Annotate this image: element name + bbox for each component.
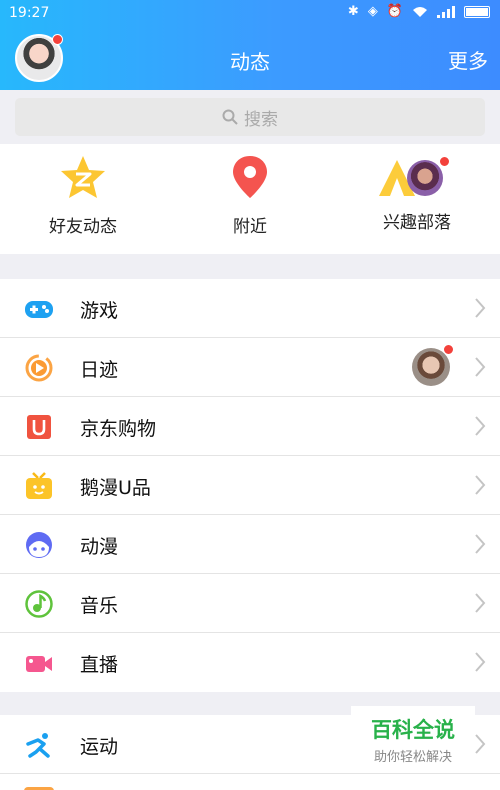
signal-icon [437,5,455,18]
watermark-title: 百科全说 [371,718,455,742]
chevron-right-icon [475,416,486,436]
menu-item-eman-goods[interactable]: 鹅漫U品 [0,456,500,515]
quick-label: 附近 [233,217,267,237]
menu-label: 直播 [80,654,119,676]
top-bar: 19:27 ✱ ◈ ⏰ 动态 更多 [0,0,500,90]
search-placeholder: 搜索 [244,109,278,130]
tv-box-icon [26,472,52,499]
tribe-icon-group [377,154,457,200]
menu-item-jd-shopping[interactable]: 京东购物 [0,397,500,456]
quick-label: 好友动态 [49,217,117,237]
chevron-right-icon [475,593,486,613]
quick-friends-feed[interactable]: 好友动态 [13,154,153,237]
tribe-avatar [407,160,443,196]
video-camera-icon [26,656,52,672]
search-bar[interactable]: 搜索 [15,98,485,136]
menu-label: 动漫 [80,536,119,558]
menu-label: 京东购物 [80,418,157,440]
quick-label: 兴趣部落 [383,213,451,233]
menu-label: 音乐 [80,595,119,617]
wifi-icon [413,6,427,17]
search-icon [222,109,238,125]
menu-group-main: 游戏 日迹 京东购物 鹅漫U品 动漫 音乐 直播 [0,279,500,692]
bluetooth-icon: ✱ [347,4,359,19]
chevron-right-icon [475,652,486,672]
status-time: 19:27 [9,5,50,21]
trace-badge [443,344,454,355]
runner-icon [26,733,50,758]
tribe-badge [439,156,450,167]
menu-label: 运动 [80,736,119,758]
star-z-icon [61,156,105,198]
chevron-right-icon [475,734,486,754]
menu-item-daily-trace[interactable]: 日迹 [0,338,500,397]
jd-u-icon [27,415,51,439]
chevron-right-icon [475,357,486,377]
battery-icon [464,5,490,18]
menu-label: 游戏 [80,300,119,322]
music-note-icon [25,590,53,618]
chevron-right-icon [475,298,486,318]
status-icons: ✱ ◈ ⏰ [348,4,490,19]
play-circle-icon [25,354,53,382]
quick-interest-tribe[interactable]: 兴趣部落 [347,154,487,233]
mute-icon: ◈ [367,4,378,19]
watermark: 百科全说 助你轻松解决 [351,706,475,765]
more-button[interactable]: 更多 [448,45,488,74]
alarm-icon: ⏰ [386,4,403,19]
watermark-subtitle: 助你轻松解决 [373,750,452,765]
quick-links: 好友动态 附近 兴趣部落 [0,144,500,254]
anime-face-icon [26,532,52,558]
page-title: 动态 [230,50,270,74]
menu-item-anime[interactable]: 动漫 [0,515,500,574]
menu-label: 鹅漫U品 [80,477,151,499]
gamepad-icon [25,301,53,318]
status-bar: 19:27 ✱ ◈ ⏰ [0,0,500,26]
quick-nearby[interactable]: 附近 [180,154,320,237]
menu-item-live[interactable]: 直播 [0,633,500,692]
menu-item-music[interactable]: 音乐 [0,574,500,633]
menu-label: 日迹 [80,359,119,381]
avatar-badge [52,34,63,45]
location-pin-icon [233,156,267,198]
menu-item-games[interactable]: 游戏 [0,279,500,338]
chevron-right-icon [475,475,486,495]
chevron-right-icon [475,534,486,554]
